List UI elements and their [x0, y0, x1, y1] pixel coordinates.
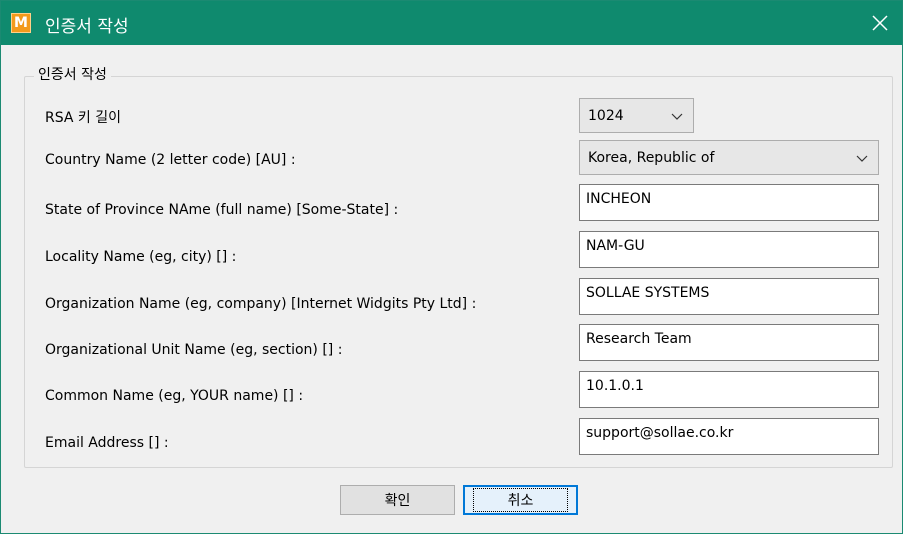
- certificate-groupbox: [24, 76, 893, 468]
- chevron-down-icon: [856, 155, 868, 162]
- chevron-down-icon: [671, 113, 683, 120]
- cancel-button[interactable]: 취소: [463, 485, 578, 515]
- ok-button-label: 확인: [384, 493, 411, 509]
- common-name-input[interactable]: 10.1.0.1: [579, 371, 879, 408]
- country-value: Korea, Republic of: [588, 149, 715, 166]
- app-logo-icon: M: [11, 13, 31, 33]
- email-label: Email Address [] :: [45, 435, 169, 451]
- country-select[interactable]: Korea, Republic of: [579, 140, 879, 175]
- organization-label: Organization Name (eg, company) [Interne…: [45, 296, 477, 312]
- common-name-label: Common Name (eg, YOUR name) [] :: [45, 388, 304, 404]
- close-button[interactable]: [858, 1, 902, 45]
- locality-label: Locality Name (eg, city) [] :: [45, 249, 237, 265]
- email-input[interactable]: support@sollae.co.kr: [579, 418, 879, 455]
- state-label: State of Province NAme (full name) [Some…: [45, 202, 399, 218]
- locality-input[interactable]: NAM-GU: [579, 231, 879, 268]
- certificate-dialog: M 인증서 작성 인증서 작성 RSA 키 길이 Country Name (2…: [0, 0, 903, 534]
- organization-input[interactable]: SOLLAE SYSTEMS: [579, 278, 879, 315]
- window-title: 인증서 작성: [45, 17, 129, 37]
- groupbox-title: 인증서 작성: [34, 64, 111, 84]
- org-unit-input[interactable]: Research Team: [579, 324, 879, 361]
- country-label: Country Name (2 letter code) [AU] :: [45, 152, 296, 168]
- state-input[interactable]: INCHEON: [579, 184, 879, 221]
- cancel-button-label: 취소: [472, 488, 569, 512]
- org-unit-label: Organizational Unit Name (eg, section) […: [45, 342, 343, 358]
- rsa-key-length-value: 1024: [588, 107, 624, 124]
- title-bar[interactable]: M 인증서 작성: [1, 1, 902, 45]
- close-icon: [872, 15, 888, 31]
- ok-button[interactable]: 확인: [340, 485, 455, 515]
- rsa-key-length-select[interactable]: 1024: [579, 98, 694, 133]
- rsa-key-length-label: RSA 키 길이: [45, 110, 121, 126]
